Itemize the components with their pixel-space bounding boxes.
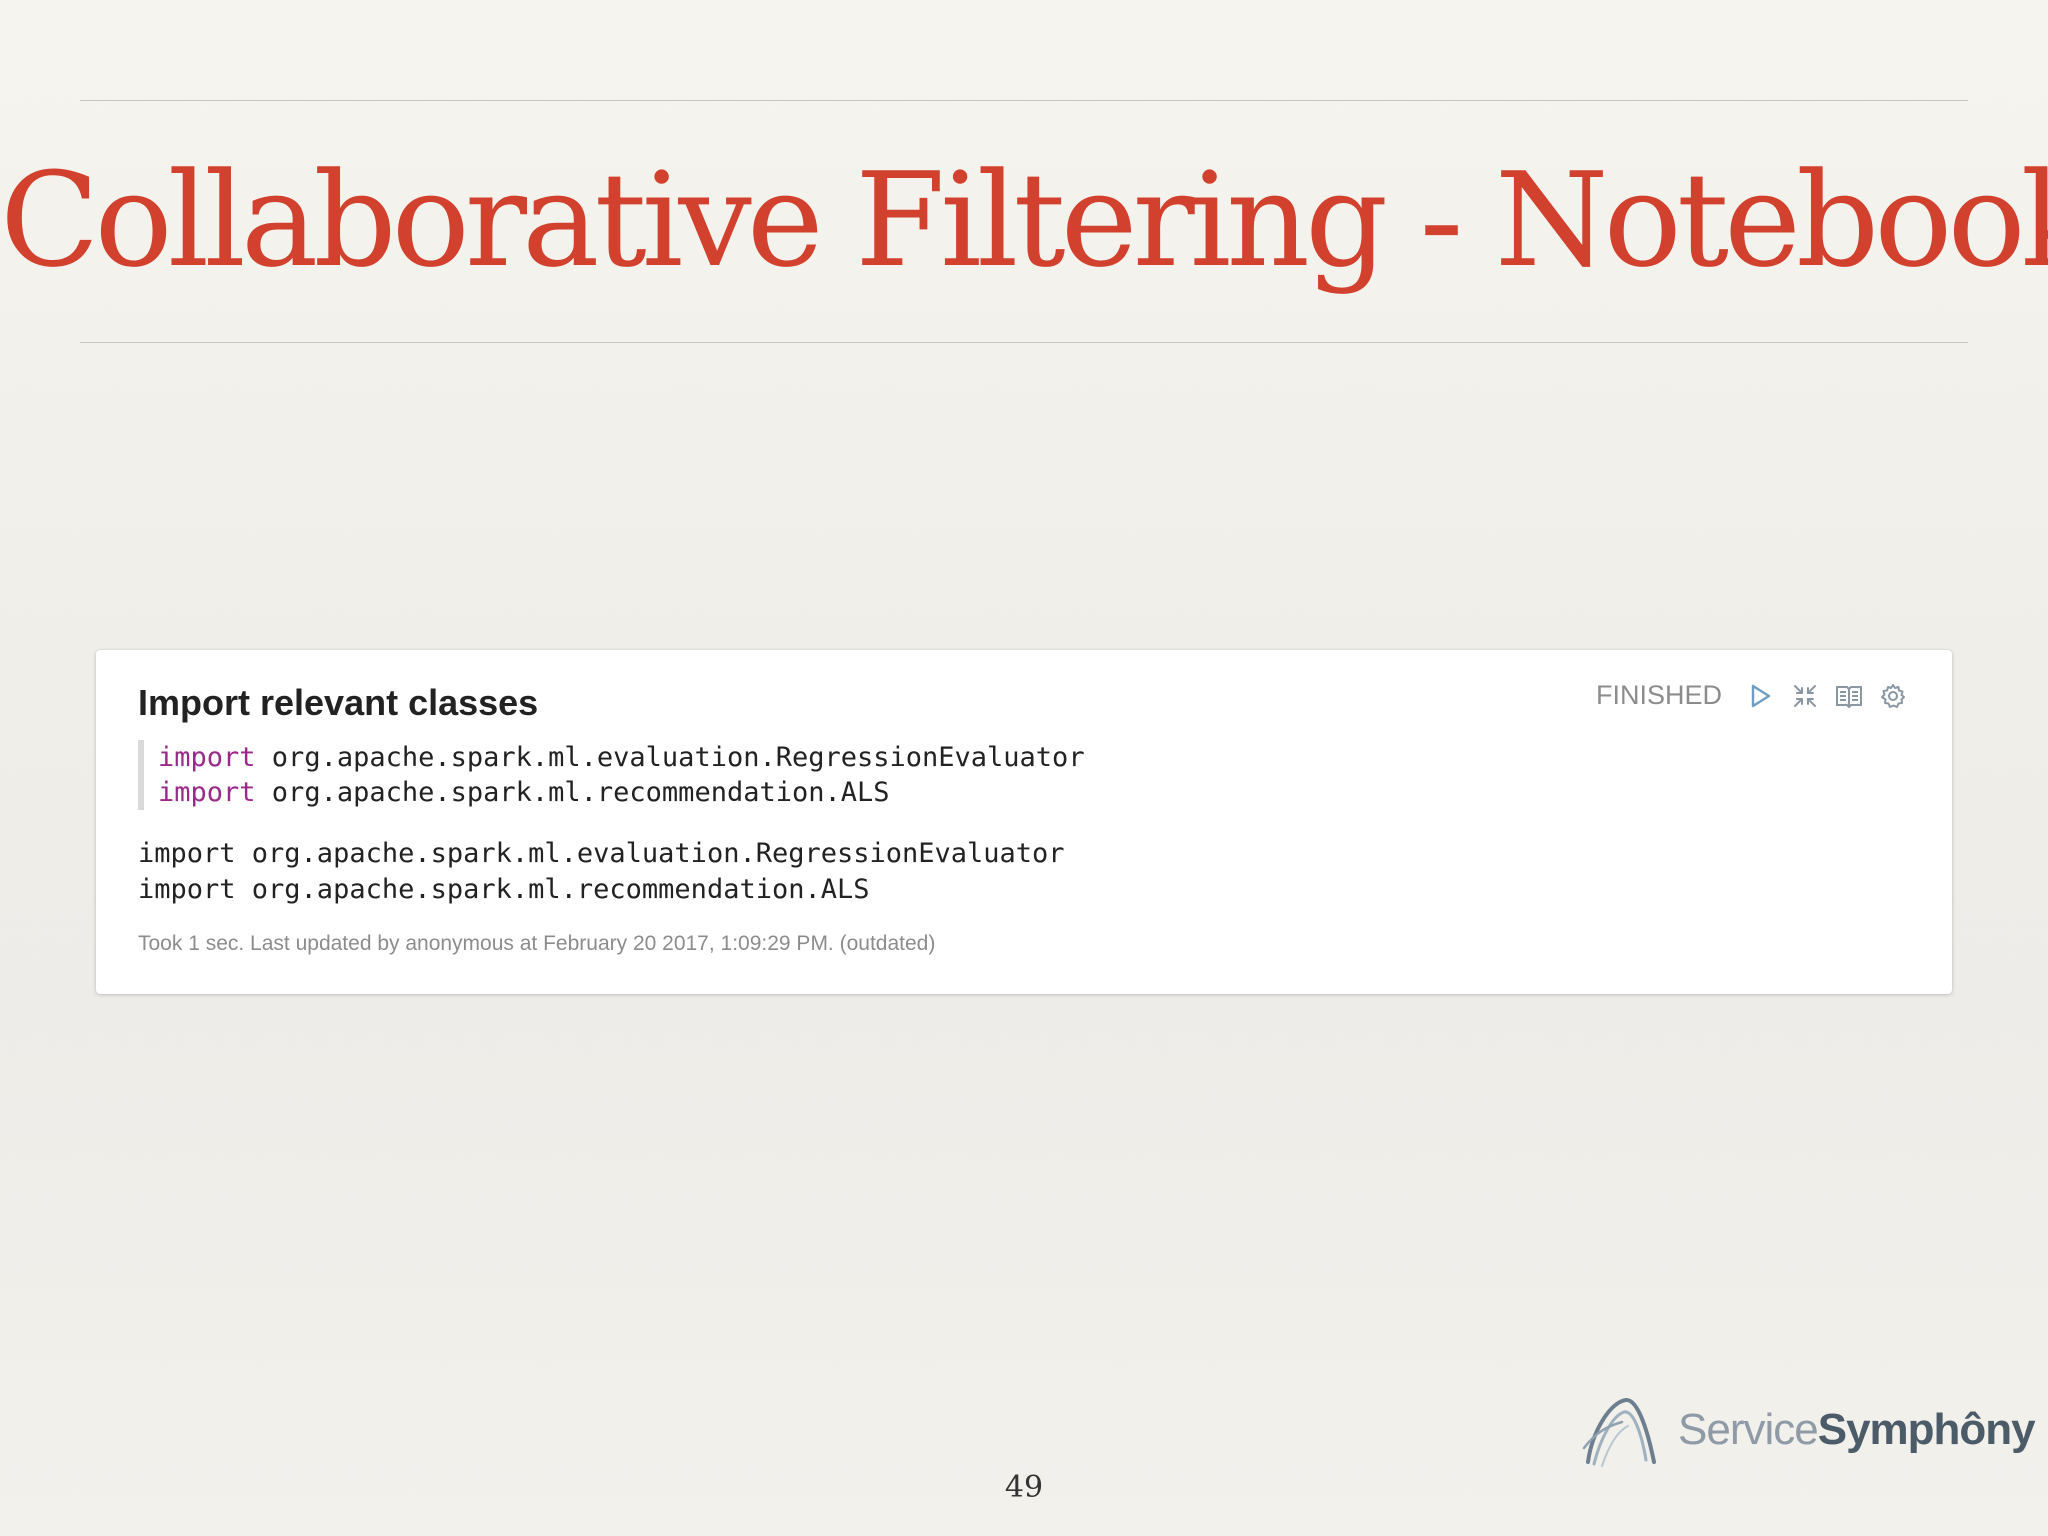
page-number: 49 — [1004, 1470, 1044, 1505]
logo-text-symphony: Symphôny — [1817, 1405, 2036, 1454]
output-line: import org.apache.spark.ml.recommendatio… — [138, 874, 870, 905]
paragraph-controls: FINISHED — [1596, 680, 1908, 711]
code-text: org.apache.spark.ml.evaluation.Regressio… — [255, 742, 1085, 773]
editor-line: import org.apache.spark.ml.recommendatio… — [158, 775, 1085, 810]
run-icon[interactable] — [1746, 681, 1776, 711]
book-icon[interactable] — [1834, 681, 1864, 711]
logo-text-service: Service — [1678, 1405, 1819, 1454]
title-rule-top — [80, 100, 1968, 101]
collapse-icon[interactable] — [1790, 681, 1820, 711]
editor-line: import org.apache.spark.ml.evaluation.Re… — [158, 740, 1085, 775]
paragraph-footer: Took 1 sec. Last updated by anonymous at… — [138, 932, 936, 955]
code-text: org.apache.spark.ml.recommendation.ALS — [255, 777, 890, 808]
code-editor[interactable]: import org.apache.spark.ml.evaluation.Re… — [138, 740, 1085, 810]
gear-icon[interactable] — [1878, 681, 1908, 711]
logo-mark-icon — [1582, 1398, 1656, 1467]
code-keyword: import — [158, 777, 256, 808]
paragraph-output: import org.apache.spark.ml.evaluation.Re… — [138, 836, 1065, 908]
code-keyword: import — [158, 742, 256, 773]
notebook-paragraph[interactable]: Import relevant classes FINISHED import … — [96, 650, 1952, 994]
servicesymphony-logo: ServiceSymphôny — [1582, 1392, 2036, 1468]
title-rule-bottom — [80, 342, 1968, 343]
slide-title: Collaborative Filtering - Notebook — [0, 144, 2048, 296]
output-line: import org.apache.spark.ml.evaluation.Re… — [138, 838, 1065, 869]
paragraph-title[interactable]: Import relevant classes — [138, 682, 538, 724]
status-badge: FINISHED — [1595, 680, 1722, 710]
